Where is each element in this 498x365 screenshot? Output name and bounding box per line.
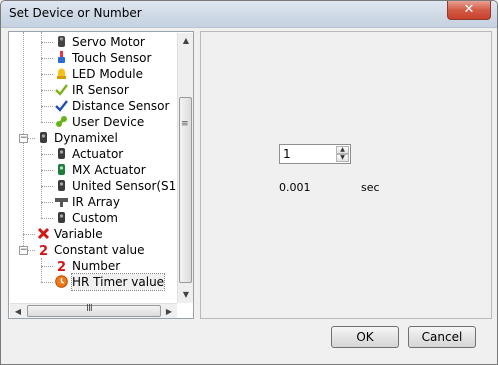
tree-connector	[41, 74, 53, 75]
tree-item[interactable]: LED Module	[9, 66, 177, 82]
tree-item-label: Distance Sensor	[72, 99, 170, 113]
tree-item[interactable]: 2 Number	[9, 258, 177, 275]
custom-icon	[55, 211, 68, 224]
tree-item-label: LED Module	[72, 67, 143, 81]
tree-connector	[41, 58, 53, 59]
tree-item[interactable]: Distance Sensor	[9, 98, 177, 114]
tree-item[interactable]: United Sensor(S1)	[9, 178, 181, 194]
scroll-down-arrow-icon[interactable]: ▼	[178, 287, 193, 303]
unit-label: sec	[361, 181, 380, 194]
constant-value-icon: 2	[37, 243, 50, 259]
tree-item[interactable]: Touch Sensor	[9, 50, 177, 66]
touch-sensor-icon	[55, 51, 68, 64]
tree-connector	[41, 170, 53, 171]
tree-guide-line	[41, 32, 42, 122]
tree-item-label: Variable	[54, 227, 103, 241]
tree-item-label: Servo Motor	[72, 35, 145, 49]
ir-sensor-icon	[55, 83, 68, 96]
unit-value: 0.001	[279, 181, 311, 194]
tree-item[interactable]: Actuator	[9, 146, 177, 162]
window-title: Set Device or Number	[9, 6, 142, 20]
led-module-icon	[55, 67, 68, 80]
tree-guide-line	[41, 258, 42, 282]
tree-item[interactable]: User Device	[9, 114, 177, 130]
tree-item-label: IR Array	[72, 195, 121, 209]
ok-button[interactable]: OK	[331, 326, 399, 348]
tree-item[interactable]: IR Sensor	[9, 82, 177, 98]
actuator-icon	[55, 147, 68, 160]
tree-item-label: IR Sensor	[72, 83, 129, 97]
tree-item-label: Actuator	[72, 147, 124, 161]
tree-item-label: Custom	[72, 211, 118, 225]
number-icon: 2	[55, 259, 68, 275]
tree-connector	[23, 234, 35, 235]
hr-timer-icon	[55, 275, 68, 288]
tree-item-label: Number	[72, 259, 121, 273]
svg-text:2: 2	[57, 260, 66, 272]
scroll-grip-icon: ≡	[181, 119, 189, 129]
horizontal-scrollbar[interactable]: ◀ III ▶	[10, 303, 177, 318]
cancel-button[interactable]: Cancel	[408, 326, 476, 348]
mx-actuator-icon	[55, 163, 68, 176]
tree-item-label: HR Timer value	[70, 273, 166, 291]
scroll-left-arrow-icon[interactable]: ◀	[10, 304, 26, 318]
tree-item[interactable]: − Dynamixel	[9, 130, 177, 146]
scroll-grip-icon: III	[86, 303, 93, 314]
tree-item[interactable]: MX Actuator	[9, 162, 177, 178]
tree-connector	[41, 282, 53, 283]
spin-up-icon[interactable]: ▲	[336, 146, 349, 154]
tree-item[interactable]: HR Timer value	[9, 273, 177, 291]
ir-array-icon	[55, 195, 68, 208]
collapse-toggle-icon[interactable]: −	[19, 134, 28, 143]
dialog-window: Set Device or Number ✕ Servo Motor Touch …	[0, 0, 498, 365]
tree-item-label: User Device	[72, 115, 145, 129]
united-sensor-icon	[55, 179, 68, 192]
title-bar: Set Device or Number ✕	[1, 1, 497, 28]
scroll-up-arrow-icon[interactable]: ▲	[178, 33, 193, 49]
close-button[interactable]: ✕	[447, 1, 491, 20]
distance-sensor-icon	[55, 99, 68, 112]
tree-connector	[41, 106, 53, 107]
svg-text:2: 2	[39, 244, 48, 256]
tree-connector	[41, 154, 53, 155]
tree-connector	[41, 42, 53, 43]
variable-icon	[37, 227, 50, 240]
tree-connector	[41, 266, 53, 267]
tree-item-label: MX Actuator	[72, 163, 146, 177]
scroll-right-arrow-icon[interactable]: ▶	[161, 304, 177, 318]
tree-connector	[41, 90, 53, 91]
tree-item[interactable]: Servo Motor	[9, 34, 177, 50]
tree-connector	[41, 186, 53, 187]
tree-item[interactable]: Variable	[9, 226, 177, 242]
spin-down-icon[interactable]: ▼	[336, 154, 349, 162]
tree-connector	[41, 218, 53, 219]
user-device-icon	[55, 115, 68, 128]
value-input[interactable]: 1	[283, 147, 291, 161]
tree-item-label: Constant value	[54, 243, 145, 257]
tree-item[interactable]: Custom	[9, 210, 177, 226]
tree-connector	[41, 122, 53, 123]
tree-item[interactable]: IR Array	[9, 194, 177, 210]
servo-motor-icon	[55, 35, 68, 48]
tree-guide-line	[41, 146, 42, 218]
collapse-toggle-icon[interactable]: −	[19, 246, 28, 255]
value-spinbox[interactable]: 1 ▲ ▼	[279, 144, 351, 164]
tree-item-label: United Sensor(S1)	[72, 179, 181, 193]
vertical-scrollbar[interactable]: ▲ ≡ ▼	[177, 33, 193, 303]
tree-connector	[41, 202, 53, 203]
horizontal-scroll-thumb[interactable]: III	[27, 303, 161, 317]
tree-item[interactable]: − 2 Constant value	[9, 242, 177, 259]
tree-item-label: Dynamixel	[54, 131, 118, 145]
settings-panel: 1 ▲ ▼ 0.001 sec	[200, 31, 492, 319]
device-tree[interactable]: Servo Motor Touch Sensor LED Module IR Sens…	[8, 31, 194, 319]
tree-item-label: Touch Sensor	[72, 51, 152, 65]
dynamixel-icon	[37, 131, 50, 144]
